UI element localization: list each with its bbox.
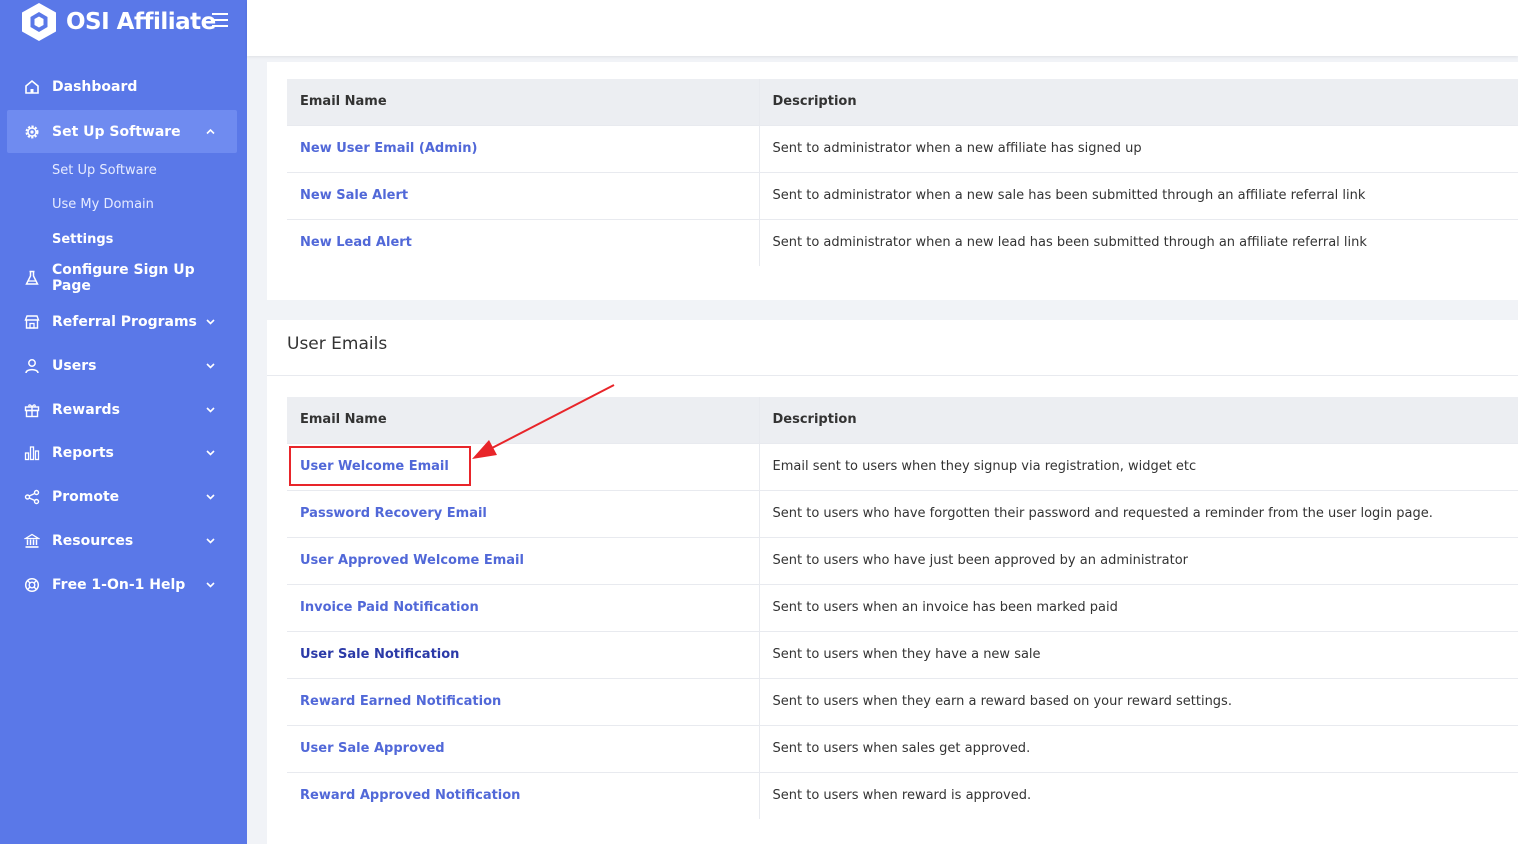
email-name-link[interactable]: Reward Approved Notification [287,771,760,819]
email-description: Email sent to users when they signup via… [759,442,1518,490]
table-row: User Sale Approved Sent to users when sa… [287,724,1518,772]
home-icon [24,79,40,95]
chevron-down-icon [206,536,215,545]
email-name-link[interactable]: Reward Earned Notification [287,677,760,725]
lifebuoy-icon [24,577,40,593]
email-name-link[interactable]: Password Recovery Email [287,489,760,537]
email-name-link[interactable]: User Sale Notification [287,630,760,678]
user-icon [24,358,40,374]
chevron-down-icon [206,317,215,326]
chevron-down-icon [206,448,215,457]
sidebar-item-configure-sign-up-page[interactable]: Configure Sign Up Page [7,256,237,299]
sidebar-item-label: Reports [52,444,114,461]
email-description: Sent to users when reward is approved. [759,771,1518,819]
flask-icon [24,270,40,286]
sidebar-item-dashboard[interactable]: Dashboard [7,65,237,108]
sidebar-item-users[interactable]: Users [7,344,237,387]
email-name-link[interactable]: New Sale Alert [287,171,760,219]
email-description: Sent to users who have just been approve… [759,536,1518,584]
card-title: User Emails [287,334,388,354]
store-icon [24,314,40,330]
brand-name: OSI Affiliate [66,9,216,35]
table-header-row: Email Name Description [287,397,1518,443]
email-description: Sent to users when sales get approved. [759,724,1518,772]
email-name-link[interactable]: New User Email (Admin) [287,124,760,172]
email-description: Sent to administrator when a new lead ha… [759,218,1518,266]
chevron-down-icon [206,580,215,589]
gear-icon [24,124,40,140]
sidebar-subitem-settings[interactable]: Settings [52,232,113,247]
highlight-box [289,446,471,486]
admin-emails-card: Email Name Description New User Email (A… [267,62,1518,300]
sidebar-item-label: Rewards [52,401,120,418]
column-header-email-name: Email Name [287,397,760,443]
sidebar-item-promote[interactable]: Promote [7,475,237,518]
email-description: Sent to users when they earn a reward ba… [759,677,1518,725]
table-row: Invoice Paid Notification Sent to users … [287,583,1518,631]
email-description: Sent to users when they have a new sale [759,630,1518,678]
chevron-down-icon [206,405,215,414]
table-row: New Sale Alert Sent to administrator whe… [287,171,1518,219]
sidebar-subitem-set-up-software[interactable]: Set Up Software [52,163,157,178]
sidebar-item-label: Free 1-On-1 Help [52,576,186,593]
bar-chart-icon [24,445,40,461]
email-description: Sent to administrator when a new affilia… [759,124,1518,172]
sidebar-item-reports[interactable]: Reports [7,431,237,474]
sidebar-subitem-use-my-domain[interactable]: Use My Domain [52,197,154,212]
top-bar [247,0,1518,56]
email-name-link[interactable]: Invoice Paid Notification [287,583,760,631]
brand-logo-icon [22,3,56,41]
sidebar-item-label: Promote [52,488,120,505]
email-description: Sent to users who have forgotten their p… [759,489,1518,537]
hamburger-menu-icon[interactable] [212,13,228,27]
gift-icon [24,402,40,418]
chevron-down-icon [206,361,215,370]
sidebar-item-label: Users [52,357,97,374]
sidebar-item-set-up-software[interactable]: Set Up Software [7,110,237,153]
email-name-link[interactable]: New Lead Alert [287,218,760,266]
sidebar: OSI Affiliate Dashboard Set Up Software … [0,0,247,844]
sidebar-item-label: Set Up Software [52,123,181,140]
column-header-description: Description [759,397,1518,443]
sidebar-item-referral-programs[interactable]: Referral Programs [7,300,237,343]
table-row: User Approved Welcome Email Sent to user… [287,536,1518,584]
bank-icon [24,533,40,549]
sidebar-item-resources[interactable]: Resources [7,519,237,562]
email-description: Sent to administrator when a new sale ha… [759,171,1518,219]
table-row: New User Email (Admin) Sent to administr… [287,124,1518,172]
email-name-link[interactable]: User Sale Approved [287,724,760,772]
email-description: Sent to users when an invoice has been m… [759,583,1518,631]
brand[interactable]: OSI Affiliate [20,2,216,42]
email-name-link[interactable]: User Approved Welcome Email [287,536,760,584]
sidebar-item-label: Configure Sign Up Page [52,261,195,294]
sidebar-item-rewards[interactable]: Rewards [7,388,237,431]
share-icon [24,489,40,505]
table-row: Password Recovery Email Sent to users wh… [287,489,1518,537]
admin-emails-table: Email Name Description New User Email (A… [287,79,1518,266]
sidebar-item-label: Resources [52,532,134,549]
sidebar-item-label: Referral Programs [52,313,197,330]
table-row: User Sale Notification Sent to users whe… [287,630,1518,678]
sidebar-item-free-help[interactable]: Free 1-On-1 Help [7,563,237,606]
table-row: New Lead Alert Sent to administrator whe… [287,218,1518,266]
column-header-description: Description [759,79,1518,125]
chevron-up-icon [206,127,215,136]
sidebar-item-label: Dashboard [52,78,138,95]
table-row: User Welcome Email Email sent to users w… [287,442,1518,490]
table-row: Reward Earned Notification Sent to users… [287,677,1518,725]
chevron-down-icon [206,492,215,501]
column-header-email-name: Email Name [287,79,760,125]
table-header-row: Email Name Description [287,79,1518,125]
card-divider [267,375,1518,376]
user-emails-table: Email Name Description User Welcome Emai… [287,397,1518,819]
table-row: Reward Approved Notification Sent to use… [287,771,1518,819]
user-emails-card: User Emails Email Name Description User … [267,320,1518,844]
